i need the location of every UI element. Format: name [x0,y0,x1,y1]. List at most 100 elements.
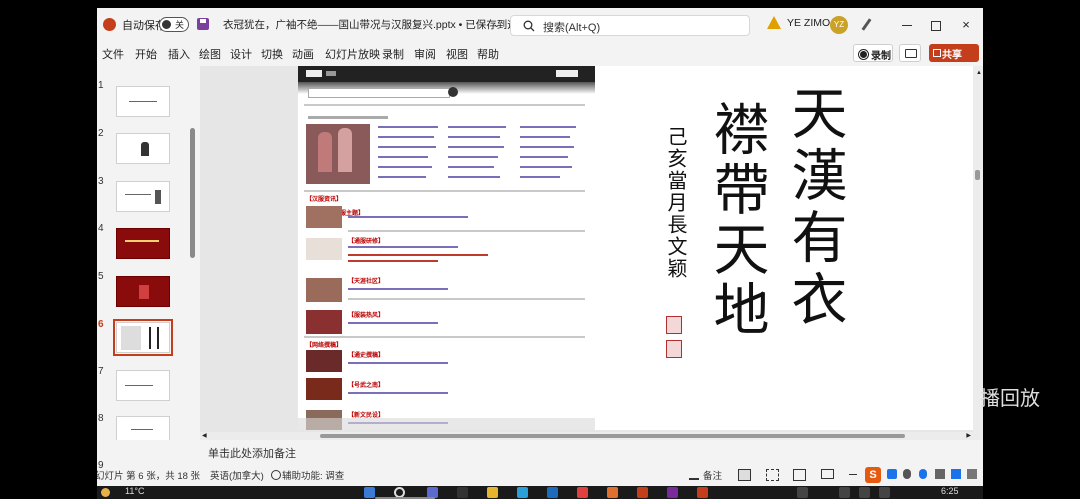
menu-help[interactable]: 帮助 [477,46,499,62]
red-seal-icon [666,340,682,358]
calligraphy-signature: 己亥當月長文颖 [664,126,688,280]
start-icon[interactable] [364,487,375,498]
slide-thumbnail-3[interactable] [116,181,170,212]
edge-icon[interactable] [517,487,528,498]
slide-thumbnail-6[interactable] [113,319,173,356]
red-seal-icon [666,316,682,334]
slide-thumbnail-8[interactable] [116,416,170,440]
save-icon[interactable] [197,18,209,30]
share-button-label: 共享 [942,50,962,61]
thumb-number: 5 [98,271,104,282]
record-button[interactable]: 录制 [853,44,893,62]
share-icon [933,49,941,57]
toggle-knob-icon [162,20,171,29]
minimize-icon[interactable] [900,18,914,32]
ime-sogou-icon[interactable]: S [865,467,881,483]
slide-thumbnails-panel: 1 2 3 4 5 6 7 8 [97,66,200,440]
clock[interactable]: 6:25 [941,486,959,496]
thumb-number: 1 [98,80,104,91]
slide-sorter-icon[interactable] [766,469,779,481]
menu-review[interactable]: 审阅 [414,46,436,62]
menu-home[interactable]: 开始 [135,46,157,62]
pen-icon[interactable] [861,18,872,31]
powerpoint-window: 自动保存 关 衣冠犹在，广袖不绝——国山带况与汉服复兴.pptx • 已保存到这… [97,8,983,486]
web-section-label: 【网络撰稿】 [306,343,343,349]
webpage-screenshot-image[interactable]: 【汉服资讯】 【通服主题】 【通服研修】 【天涯社区】 【服装热风】 【网络撰稿… [298,66,595,430]
ime-toolbar[interactable] [885,469,983,481]
slide-thumbnail-7[interactable] [116,370,170,401]
search-input[interactable]: 搜索(Alt+Q) [510,15,750,36]
user-name: YE ZIMO [787,17,831,29]
reading-view-icon[interactable] [793,469,806,481]
weather-temperature[interactable]: 11°C [125,486,144,496]
title-dropdown-icon[interactable]: ⌄ [493,19,501,30]
web-section-label: 【通史撰稿】 [348,353,385,359]
replay-overlay-text: 播回放 [980,388,1040,410]
menu-slideshow[interactable]: 幻灯片放映 [325,46,380,62]
close-icon[interactable]: × [959,18,973,32]
accessibility-icon [271,470,281,480]
thumb-number-active: 6 [98,319,104,330]
menu-record[interactable]: 录制 [382,46,404,62]
battery-icon[interactable] [879,487,890,498]
web-section-label: 【服装热风】 [348,313,385,319]
slide-thumbnail-1[interactable] [116,86,170,117]
autosave-toggle[interactable]: 关 [159,17,189,32]
comment-icon [905,49,917,58]
calligraphy-column-2: 襟帶天地 [704,100,769,340]
share-button[interactable]: 共享 [929,44,979,62]
menu-view[interactable]: 视图 [446,46,468,62]
record-button-label: 录制 [871,51,891,62]
search-placeholder: 搜索(Alt+Q) [543,22,601,34]
record-icon [859,50,868,59]
chrome-icon[interactable] [577,487,588,498]
comments-button[interactable] [899,44,921,62]
windows-taskbar: 11°C 6:25 [97,486,983,499]
menu-insert[interactable]: 插入 [168,46,190,62]
web-section-label: 【汉服资讯】 [306,197,343,203]
notes-icon [689,471,699,480]
thumb-number: 3 [98,176,104,187]
web-section-label: 【天涯社区】 [348,279,385,285]
title-bar: 自动保存 关 衣冠犹在，广袖不绝——国山带况与汉服复兴.pptx • 已保存到这… [97,8,983,42]
status-bar: 幻灯片 第 6 张，共 18 张 英语(加拿大) 辅助功能: 调查 备注 S [97,464,983,486]
volume-icon[interactable] [859,487,870,498]
wifi-icon[interactable] [839,487,850,498]
weather-icon [101,488,110,497]
taskbar-app-icon[interactable] [547,487,558,498]
taskbar-app-icon[interactable] [457,487,468,498]
notes-toggle[interactable]: 备注 [703,468,722,482]
web-section-label: 【号武之南】 [348,383,385,389]
slideshow-icon[interactable] [821,469,834,479]
language-indicator[interactable]: 英语(加拿大) [210,468,264,482]
thumb-number: 7 [98,366,104,377]
menu-draw[interactable]: 绘图 [199,46,221,62]
search-icon [523,20,535,32]
slide-editor: 【汉服资讯】 【通服主题】 【通服研修】 【天涯社区】 【服装热风】 【网络撰稿… [200,66,983,440]
slide-thumbnail-2[interactable] [116,133,170,164]
calligraphy-artwork[interactable]: 天漢有衣 襟帶天地 己亥當月長文颖 [608,66,973,430]
normal-view-icon[interactable] [738,469,751,481]
horizontal-scrollbar[interactable]: ◀ ▶ [200,432,973,440]
zoom-out-icon[interactable] [849,474,857,475]
powerpoint-taskbar-icon[interactable] [637,487,648,498]
menu-file[interactable]: 文件 [102,46,124,62]
menu-design[interactable]: 设计 [230,46,252,62]
menu-transitions[interactable]: 切换 [261,46,283,62]
menu-animations[interactable]: 动画 [292,46,314,62]
taskbar-app-icon[interactable] [607,487,618,498]
thumb-number: 2 [98,128,104,139]
accessibility-status[interactable]: 辅助功能: 调查 [282,468,344,482]
notes-pane[interactable]: 单击此处添加备注 [200,440,983,462]
file-explorer-icon[interactable] [487,487,498,498]
taskbar-app-icon[interactable] [697,487,708,498]
slide-thumbnail-5[interactable] [116,276,170,307]
avatar[interactable]: YZ [830,16,848,34]
thumbnails-scrollbar[interactable] [190,128,195,258]
warning-icon[interactable] [767,16,781,29]
restore-icon[interactable] [929,18,943,32]
tray-icon[interactable] [797,487,808,498]
taskbar-app-icon[interactable] [667,487,678,498]
slide-thumbnail-4[interactable] [116,228,170,259]
slide-canvas[interactable]: 【汉服资讯】 【通服主题】 【通服研修】 【天涯社区】 【服装热风】 【网络撰稿… [298,66,973,430]
